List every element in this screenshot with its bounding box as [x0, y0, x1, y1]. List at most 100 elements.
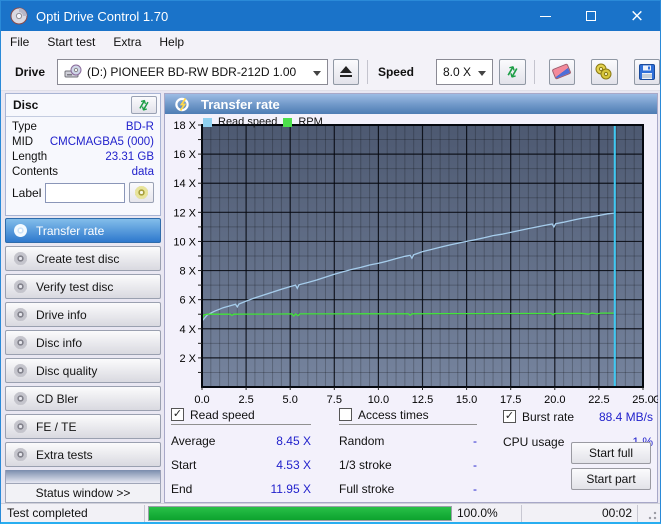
stat-end: End11.95 X [171, 482, 311, 497]
stat-average: Average8.45 X [171, 434, 311, 449]
read-speed-checkbox-label: Read speed [190, 408, 255, 422]
minimize-button[interactable] [522, 1, 568, 31]
erase-button[interactable] [549, 59, 575, 85]
disc-panel: Disc ⇄ TypeBD-R MIDCMCMAGBA5 (000) Lengt… [5, 93, 161, 216]
transfer-rate-panel: Transfer rate Read speed RPM 2 X4 X6 X8 … [164, 93, 658, 503]
eject-icon [340, 66, 352, 77]
sidebar-item-disc-info[interactable]: Disc info [5, 330, 161, 355]
drive-icon [64, 64, 82, 79]
rpm-swatch [283, 118, 292, 127]
menu-bar: File Start test Extra Help [1, 31, 660, 53]
title-bar[interactable]: Opti Drive Control 1.70 × [1, 1, 660, 31]
svg-text:2 X: 2 X [179, 353, 196, 365]
svg-text:2.5: 2.5 [238, 394, 253, 406]
sidebar-item-verify-test-disc[interactable]: Verify test disc [5, 274, 161, 299]
minimize-icon [540, 16, 551, 17]
disc-icon [14, 224, 27, 237]
sidebar-item-cd-bler[interactable]: CD Bler [5, 386, 161, 411]
sidebar-item-extra-tests[interactable]: Extra tests [5, 442, 161, 467]
disc-icon [14, 392, 27, 405]
burst-rate-checkbox[interactable]: ✓ [503, 410, 516, 423]
write-label-button[interactable] [129, 182, 154, 203]
svg-text:4 X: 4 X [179, 324, 196, 336]
status-window-button[interactable]: Status window >> [5, 483, 161, 503]
close-button[interactable]: × [614, 1, 660, 31]
sidebar-item-drive-info[interactable]: Drive info [5, 302, 161, 327]
disc-icon [14, 448, 27, 461]
drive-label: Drive [15, 65, 45, 79]
resize-grip[interactable] [647, 510, 657, 520]
progress-percent: 100.0% [457, 506, 498, 520]
disc-row-length: Length23.31 GB [6, 150, 160, 165]
svg-text:12 X: 12 X [173, 207, 196, 219]
panel-header: Transfer rate [165, 94, 657, 114]
start-part-button[interactable]: Start part [571, 468, 651, 490]
save-floppy-icon [639, 64, 655, 80]
stat-random: Random- [339, 434, 477, 449]
toolbar-separator [367, 60, 368, 84]
chevron-down-icon [478, 71, 486, 76]
sidebar-item-transfer-rate[interactable]: Transfer rate [5, 218, 161, 243]
chart-legend: Read speed RPM [203, 116, 323, 128]
svg-text:GB: GB [653, 394, 658, 406]
toolbar-separator [534, 60, 535, 84]
save-button[interactable] [634, 59, 660, 85]
statusbar-divider [637, 505, 638, 522]
drive-value: (D:) PIONEER BD-RW BDR-212D 1.00 [87, 65, 296, 79]
disc-icon [14, 252, 27, 265]
sidebar-filler [5, 470, 161, 484]
disc-row-mid: MIDCMCMAGBA5 (000) [6, 135, 160, 150]
toolbar: Drive (D:) PIONEER BD-RW BDR-212D 1.00 S… [1, 53, 660, 91]
disc-row-label: Label [6, 180, 160, 203]
label-input[interactable] [45, 183, 125, 203]
svg-text:10.0: 10.0 [368, 394, 389, 406]
progress-fill [149, 507, 451, 520]
svg-text:16 X: 16 X [173, 149, 196, 161]
sidebar-item-create-test-disc[interactable]: Create test disc [5, 246, 161, 271]
statusbar-divider [144, 505, 145, 522]
compare-button[interactable] [591, 59, 617, 85]
svg-text:12.5: 12.5 [412, 394, 433, 406]
sidebar-item-fe-te[interactable]: FE / TE [5, 414, 161, 439]
speed-label: Speed [378, 65, 414, 79]
menu-help[interactable]: Help [150, 31, 193, 53]
eject-button[interactable] [333, 59, 359, 85]
window-title: Opti Drive Control 1.70 [36, 9, 168, 24]
panel-title: Transfer rate [201, 97, 280, 112]
refresh-arrows-icon: ⇄ [135, 97, 153, 114]
disc-icon [14, 308, 27, 321]
set-speed-button[interactable]: ⇄ [499, 59, 525, 85]
svg-text:25.0: 25.0 [632, 394, 653, 406]
legend-read-speed: Read speed [218, 116, 277, 128]
menu-start-test[interactable]: Start test [38, 31, 104, 53]
menu-extra[interactable]: Extra [104, 31, 150, 53]
svg-text:17.5: 17.5 [500, 394, 521, 406]
maximize-icon [586, 11, 596, 21]
sidebar: Disc ⇄ TypeBD-R MIDCMCMAGBA5 (000) Lengt… [5, 93, 161, 503]
transfer-rate-chart: 2 X4 X6 X8 X10 X12 X14 X16 X18 X0.02.55.… [166, 115, 658, 407]
disc-icon [14, 364, 27, 377]
burst-rate-checkbox-label: Burst rate [522, 410, 574, 424]
svg-text:20.0: 20.0 [544, 394, 565, 406]
sidebar-item-disc-quality[interactable]: Disc quality [5, 358, 161, 383]
disc-row-type: TypeBD-R [6, 120, 160, 135]
maximize-button[interactable] [568, 1, 614, 31]
refresh-disc-button[interactable]: ⇄ [131, 96, 157, 114]
access-times-checkbox[interactable] [339, 408, 352, 421]
speed-select[interactable]: 8.0 X [436, 59, 493, 85]
disc-type-value: BD-R [126, 120, 154, 135]
gold-discs-icon [594, 63, 614, 80]
svg-text:0.0: 0.0 [194, 394, 209, 406]
svg-text:18 X: 18 X [173, 120, 196, 132]
read-speed-checkbox[interactable]: ✓ [171, 408, 184, 421]
full-stroke-value: - [473, 482, 477, 497]
random-value: - [473, 434, 477, 449]
results-section: ✓ Read speed Average8.45 X Start4.53 X E… [165, 408, 657, 502]
progress-bar [148, 506, 452, 521]
menu-file[interactable]: File [1, 31, 38, 53]
elapsed-time: 00:02 [602, 506, 632, 520]
chevron-down-icon [313, 71, 321, 76]
access-times-checkbox-label: Access times [358, 408, 429, 422]
start-full-button[interactable]: Start full [571, 442, 651, 464]
drive-select[interactable]: (D:) PIONEER BD-RW BDR-212D 1.00 [57, 59, 327, 85]
